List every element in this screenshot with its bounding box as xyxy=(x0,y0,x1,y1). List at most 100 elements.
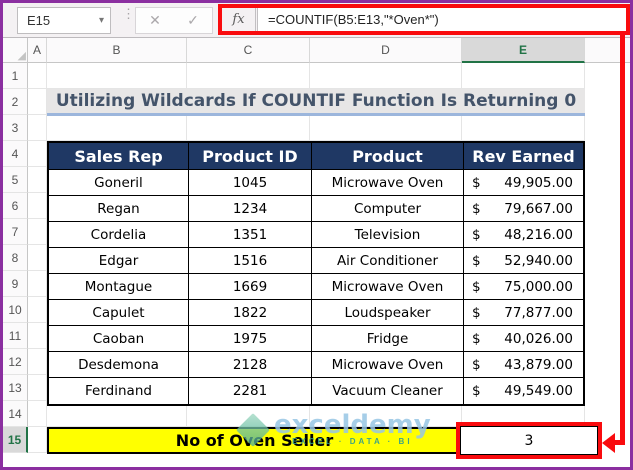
table-row: Edgar 1516 Air Conditioner $52,940.00 xyxy=(49,248,583,274)
row-header-7[interactable]: 7 xyxy=(3,219,28,245)
cell-sales-rep[interactable]: Ferdinand xyxy=(49,378,189,404)
grid-cell[interactable] xyxy=(28,271,47,297)
header-product-id[interactable]: Product ID xyxy=(189,143,312,170)
cell-sales-rep[interactable]: Edgar xyxy=(49,248,189,274)
insert-function-icon[interactable]: fx xyxy=(222,8,255,31)
row-header-3[interactable]: 3 xyxy=(3,115,28,141)
cell-sales-rep[interactable]: Cordelia xyxy=(49,222,189,248)
header-sales-rep[interactable]: Sales Rep xyxy=(49,143,189,170)
cell-product-id[interactable]: 2128 xyxy=(189,352,312,378)
cell-sales-rep[interactable]: Montague xyxy=(49,274,189,300)
column-header-c[interactable]: C xyxy=(187,38,310,63)
grid-cell[interactable] xyxy=(310,63,462,89)
cancel-icon[interactable]: ✕ xyxy=(149,12,161,29)
row-header-10[interactable]: 10 xyxy=(3,297,28,323)
cell-rev-earned[interactable]: $49,905.00 xyxy=(464,170,583,196)
column-header-e-selected[interactable]: E xyxy=(462,38,585,63)
cell-rev-earned[interactable]: $77,877.00 xyxy=(464,300,583,326)
formula-bar-drag-handle-icon[interactable]: ⋮ xyxy=(122,7,135,20)
amount: 77,877.00 xyxy=(504,304,573,321)
annotation-arrow-head-icon xyxy=(602,433,615,453)
cell-product[interactable]: Air Conditioner xyxy=(312,248,464,274)
row-header-15[interactable]: 15 xyxy=(3,427,28,453)
grid-cell[interactable] xyxy=(28,297,47,323)
cell-product[interactable]: Fridge xyxy=(312,326,464,352)
cell-product-id[interactable]: 1045 xyxy=(189,170,312,196)
row-header-5[interactable]: 5 xyxy=(3,167,28,193)
cell-product[interactable]: Loudspeaker xyxy=(312,300,464,326)
cell-sales-rep[interactable]: Goneril xyxy=(49,170,189,196)
cell-sales-rep[interactable]: Regan xyxy=(49,196,189,222)
cell-product-id[interactable]: 1669 xyxy=(189,274,312,300)
cell-product[interactable]: Television xyxy=(312,222,464,248)
grid-cell[interactable] xyxy=(28,349,47,375)
worksheet-title-cell[interactable]: Utilizing Wildcards If COUNTIF Function … xyxy=(47,89,585,116)
cell-product-id[interactable]: 1234 xyxy=(189,196,312,222)
header-product[interactable]: Product xyxy=(312,143,464,170)
grid-cell[interactable] xyxy=(28,427,47,453)
grid-cell[interactable] xyxy=(28,219,47,245)
cell-product-id[interactable]: 1351 xyxy=(189,222,312,248)
row-header-11[interactable]: 11 xyxy=(3,323,28,349)
column-header-b[interactable]: B xyxy=(47,38,187,63)
annotation-arrow-line-vertical xyxy=(620,34,625,445)
row-header-13[interactable]: 13 xyxy=(3,375,28,401)
grid-cell[interactable] xyxy=(462,63,585,89)
cell-product[interactable]: Microwave Oven xyxy=(312,352,464,378)
header-rev-earned[interactable]: Rev Earned xyxy=(464,143,583,170)
grid-cell[interactable] xyxy=(28,193,47,219)
cell-sales-rep[interactable]: Capulet xyxy=(49,300,189,326)
formula-input[interactable]: =COUNTIF(B5:E13,"*Oven*") xyxy=(258,8,626,31)
result-label-cell[interactable]: No of Oven Seller xyxy=(47,427,462,454)
row-header-8[interactable]: 8 xyxy=(3,245,28,271)
grid-cell[interactable] xyxy=(28,401,47,427)
grid-cell[interactable] xyxy=(28,89,47,115)
cell-rev-earned[interactable]: $52,940.00 xyxy=(464,248,583,274)
cell-rev-earned[interactable]: $49,549.00 xyxy=(464,378,583,404)
cell-rev-earned[interactable]: $48,216.00 xyxy=(464,222,583,248)
column-header-d[interactable]: D xyxy=(310,38,462,63)
grid-cell[interactable] xyxy=(462,115,585,141)
cell-product[interactable]: Vacuum Cleaner xyxy=(312,378,464,404)
grid-cell[interactable] xyxy=(187,115,310,141)
cell-product-id[interactable]: 1975 xyxy=(189,326,312,352)
currency-symbol: $ xyxy=(472,278,481,295)
cell-rev-earned[interactable]: $43,879.00 xyxy=(464,352,583,378)
row-header-14[interactable]: 14 xyxy=(3,401,28,427)
grid-cell[interactable] xyxy=(28,167,47,193)
grid-cell[interactable] xyxy=(47,63,187,89)
select-all-corner[interactable]: ◢ xyxy=(3,38,28,63)
row-header-2[interactable]: 2 xyxy=(3,89,28,115)
enter-icon[interactable]: ✓ xyxy=(187,12,199,29)
cell-product-id[interactable]: 1516 xyxy=(189,248,312,274)
grid-cell[interactable] xyxy=(28,141,47,167)
excel-window: E15 ▾ ⋮ ✕ ✓ fx =COUNTIF(B5:E13,"*Oven*")… xyxy=(0,0,633,470)
cell-product[interactable]: Microwave Oven xyxy=(312,170,464,196)
column-header-a[interactable]: A xyxy=(28,38,47,63)
cell-sales-rep[interactable]: Desdemona xyxy=(49,352,189,378)
row-header-9[interactable]: 9 xyxy=(3,271,28,297)
cell-sales-rep[interactable]: Caoban xyxy=(49,326,189,352)
cell-product[interactable]: Microwave Oven xyxy=(312,274,464,300)
row-header-1[interactable]: 1 xyxy=(3,63,28,89)
grid-cell[interactable] xyxy=(310,115,462,141)
row-header-6[interactable]: 6 xyxy=(3,193,28,219)
name-box-dropdown-icon[interactable]: ▾ xyxy=(99,15,104,26)
grid-cell[interactable] xyxy=(28,323,47,349)
grid-cell[interactable] xyxy=(28,375,47,401)
grid-cell[interactable] xyxy=(28,115,47,141)
cell-product[interactable]: Computer xyxy=(312,196,464,222)
grid-cell[interactable] xyxy=(47,115,187,141)
grid-cell[interactable] xyxy=(28,63,47,89)
cell-rev-earned[interactable]: $75,000.00 xyxy=(464,274,583,300)
name-box[interactable]: E15 ▾ xyxy=(17,7,111,34)
cell-rev-earned[interactable]: $79,667.00 xyxy=(464,196,583,222)
cell-product-id[interactable]: 1822 xyxy=(189,300,312,326)
row-header-4[interactable]: 4 xyxy=(3,141,28,167)
result-value-cell[interactable]: 3 xyxy=(460,426,598,455)
grid-cell[interactable] xyxy=(187,63,310,89)
cell-product-id[interactable]: 2281 xyxy=(189,378,312,404)
grid-cell[interactable] xyxy=(28,245,47,271)
row-header-12[interactable]: 12 xyxy=(3,349,28,375)
cell-rev-earned[interactable]: $40,026.00 xyxy=(464,326,583,352)
